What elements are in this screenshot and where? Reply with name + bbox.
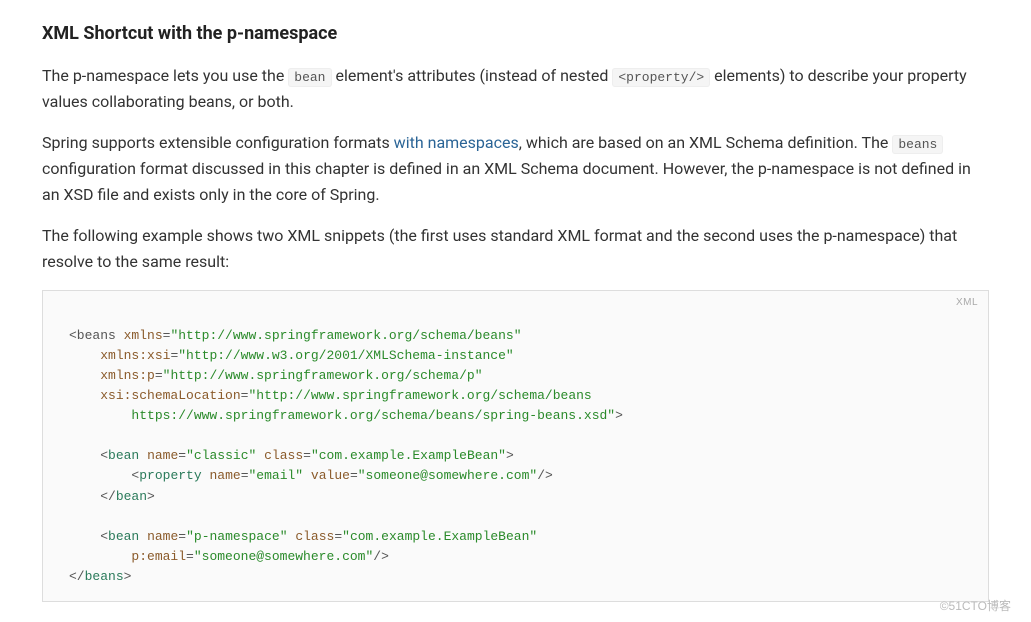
text: element's attributes (instead of nested (332, 66, 613, 85)
section-heading: XML Shortcut with the p-namespace (42, 20, 989, 49)
paragraph-2: Spring supports extensible configuration… (42, 130, 989, 207)
code-language-tag: XML (956, 295, 978, 311)
namespaces-link[interactable]: with namespaces (394, 133, 519, 152)
inline-code-property: <property/> (612, 68, 710, 87)
text: configuration format discussed in this c… (42, 159, 971, 204)
paragraph-3: The following example shows two XML snip… (42, 223, 989, 274)
paragraph-1: The p-namespace lets you use the bean el… (42, 63, 989, 114)
inline-code-beans: beans (892, 135, 943, 154)
xml-code-block: XML<beans xmlns="http://www.springframew… (42, 290, 989, 602)
text: Spring supports extensible configuration… (42, 133, 394, 152)
inline-code-bean: bean (288, 68, 331, 87)
text: , which are based on an XML Schema defin… (519, 133, 893, 152)
watermark: ©51CTO博客 (940, 597, 1011, 616)
text: The p-namespace lets you use the (42, 66, 288, 85)
